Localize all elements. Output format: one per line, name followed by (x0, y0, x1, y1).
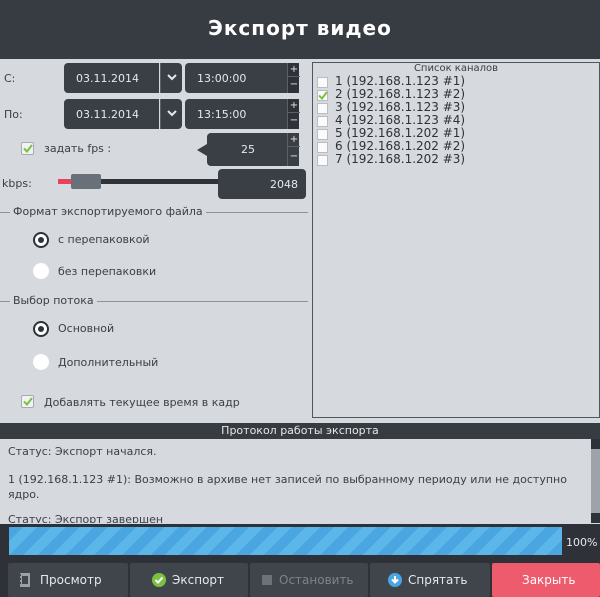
channel-label: 2 (192.168.1.123 #2) (335, 87, 466, 101)
download-circle-icon (388, 573, 402, 587)
chevron-down-icon (167, 74, 177, 81)
log-header: Протокол работы экспорта (0, 423, 600, 439)
title-bar: Экспорт видео (0, 0, 600, 59)
spin-down-button[interactable]: − (288, 150, 300, 164)
channel-label: 7 (192.168.1.202 #3) (335, 152, 466, 166)
chevron-down-icon (167, 110, 177, 117)
log-line: Статус: Экспорт завершен (8, 513, 164, 523)
fps-label: задать fps : (44, 142, 112, 155)
format-group-title: Формат экспортируемого файла (10, 205, 206, 218)
spin-up-button[interactable]: + (288, 99, 300, 113)
scroll-down-button[interactable] (591, 513, 600, 523)
spin-up-button[interactable]: + (288, 133, 300, 147)
kbps-field[interactable]: 2048 (218, 169, 306, 199)
log-line: 1 (192.168.1.123 #1): Возможно в архиве … (8, 473, 567, 501)
log-area[interactable]: Статус: Экспорт начался. 1 (192.168.1.12… (0, 439, 600, 523)
to-time-field[interactable]: 13:15:00 (185, 99, 287, 129)
progress-bar (9, 527, 562, 555)
stream-secondary-radio[interactable] (33, 354, 49, 370)
from-date-value: 03.11.2014 (76, 72, 139, 85)
stop-square-icon (262, 575, 272, 585)
progress-text: 100% (566, 536, 598, 549)
film-icon (20, 573, 30, 587)
format-repack-radio[interactable] (33, 232, 49, 248)
to-label: По: (4, 108, 23, 121)
channel-checkbox[interactable] (317, 103, 328, 114)
add-time-label: Добавлять текущее время в кадр (44, 396, 240, 409)
fps-checkbox[interactable] (21, 142, 34, 155)
channel-checkbox[interactable] (317, 155, 328, 166)
close-button-label: Закрыть (522, 573, 576, 587)
add-time-checkbox[interactable] (21, 395, 34, 408)
spin-down-button[interactable]: − (288, 114, 300, 128)
channel-label: 5 (192.168.1.202 #1) (335, 126, 466, 140)
fps-field[interactable]: 25 (207, 133, 287, 166)
channel-checkbox[interactable] (317, 90, 328, 101)
fps-pointer (197, 144, 207, 156)
format-repack-label: с перепаковкой (58, 233, 150, 246)
log-line: Статус: Экспорт начался. (8, 445, 157, 458)
channel-label: 1 (192.168.1.123 #1) (335, 74, 466, 88)
to-date-field[interactable]: 03.11.2014 (64, 99, 159, 129)
stream-group-title: Выбор потока (10, 294, 97, 307)
check-icon (23, 144, 33, 153)
check-icon (318, 91, 328, 100)
from-label: С: (4, 72, 16, 85)
kbps-label: kbps: (2, 177, 32, 190)
spin-up-button[interactable]: + (288, 63, 300, 77)
to-date-value: 03.11.2014 (76, 108, 139, 121)
stream-main-radio[interactable] (33, 321, 49, 337)
channel-label: 3 (192.168.1.123 #3) (335, 100, 466, 114)
stop-button-label: Остановить (279, 573, 354, 587)
format-norepack-radio[interactable] (33, 263, 49, 279)
window-title: Экспорт видео (208, 16, 392, 40)
from-date-dropdown[interactable] (160, 63, 182, 93)
scroll-up-button[interactable] (591, 439, 600, 449)
export-button-label: Экспорт (172, 573, 225, 587)
format-norepack-label: без перепаковки (58, 265, 157, 278)
view-button-label: Просмотр (40, 573, 102, 587)
to-time-value: 13:15:00 (197, 108, 247, 121)
channel-list[interactable]: Список каналов 1 (192.168.1.123 #1) 2 (1… (312, 62, 600, 418)
stream-secondary-label: Дополнительный (58, 356, 159, 369)
stop-button[interactable]: Остановить (250, 563, 368, 597)
channel-label: 6 (192.168.1.202 #2) (335, 139, 466, 153)
check-icon (23, 397, 33, 406)
spin-down-button[interactable]: − (288, 78, 300, 92)
from-time-value: 13:00:00 (197, 72, 247, 85)
from-date-field[interactable]: 03.11.2014 (64, 63, 159, 93)
from-time-field[interactable]: 13:00:00 (185, 63, 287, 93)
from-time-spinner[interactable]: + − (287, 63, 300, 93)
channel-checkbox[interactable] (317, 142, 328, 153)
channel-checkbox[interactable] (317, 116, 328, 127)
channel-label: 4 (192.168.1.123 #4) (335, 113, 466, 127)
fps-value: 25 (241, 143, 255, 156)
channel-list-title: Список каналов (413, 63, 499, 74)
to-time-spinner[interactable]: + − (287, 99, 300, 129)
log-scrollbar[interactable] (591, 439, 600, 523)
export-button[interactable]: Экспорт (130, 563, 248, 597)
fps-spinner[interactable]: + − (287, 133, 300, 166)
channel-checkbox[interactable] (317, 129, 328, 140)
hide-button[interactable]: Спрятать (370, 563, 490, 597)
to-date-dropdown[interactable] (160, 99, 182, 129)
close-button[interactable]: Закрыть (492, 563, 600, 597)
hide-button-label: Спрятать (408, 573, 468, 587)
view-button[interactable]: Просмотр (8, 563, 128, 597)
channel-checkbox[interactable] (317, 77, 328, 88)
stream-main-label: Основной (58, 322, 115, 335)
check-circle-icon (152, 573, 166, 587)
kbps-value: 2048 (270, 178, 298, 191)
kbps-slider-handle[interactable] (71, 174, 101, 189)
